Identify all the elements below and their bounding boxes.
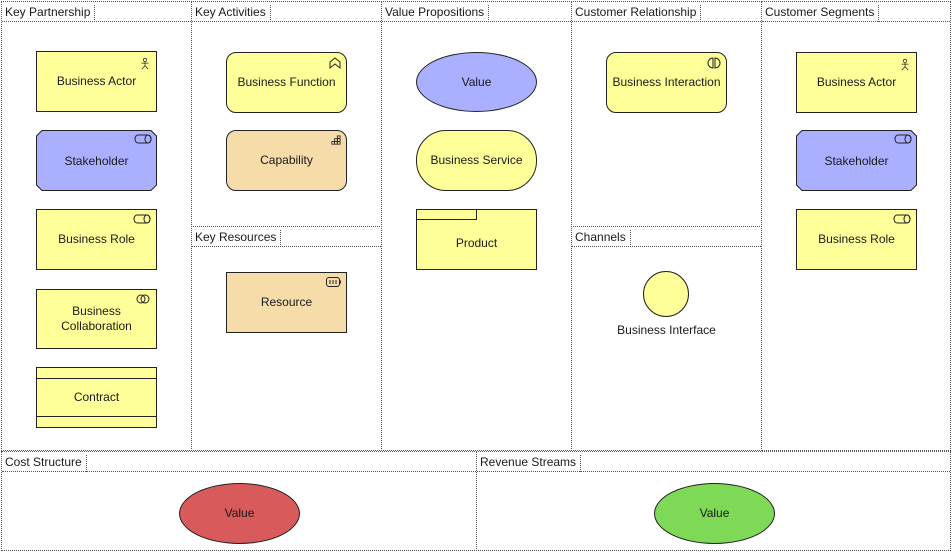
stakeholder-element[interactable]: Stakeholder (36, 130, 157, 191)
lane-title: Key Partnership (5, 5, 96, 22)
resource-icon (326, 277, 341, 287)
element-label-line-2: Collaboration (61, 319, 132, 333)
element-label: Business Actor (56, 74, 137, 88)
stakeholder-element[interactable]: Stakeholder (796, 130, 917, 191)
element-label: Value (699, 506, 730, 520)
element-label: Business Function (237, 75, 336, 89)
revenue-value-element[interactable]: Value (654, 483, 775, 544)
collaboration-icon (136, 294, 150, 304)
element-label-line-1: Business (72, 304, 121, 318)
business-interaction-element[interactable]: Business Interaction (606, 52, 727, 113)
lane-title: Value Propositions (385, 5, 490, 22)
business-role-element[interactable]: Business Role (36, 209, 157, 270)
contract-top-band (37, 378, 156, 379)
business-actor-element[interactable]: Business Actor (36, 51, 157, 112)
capability-icon (331, 135, 341, 145)
element-label: Business Role (58, 232, 135, 246)
contract-element[interactable]: Contract (36, 367, 157, 428)
business-service-element[interactable]: Business Service (416, 130, 537, 191)
element-label: Stakeholder (824, 153, 889, 168)
element-label: Business Interface (617, 323, 716, 337)
element-label: Product (455, 236, 498, 250)
function-icon (329, 57, 341, 70)
lane-title: Customer Segments (765, 5, 880, 22)
interface-circle (643, 271, 689, 317)
lane-title: Key Activities (195, 5, 271, 22)
actor-icon (141, 57, 149, 70)
lane-title: Revenue Streams (480, 455, 582, 472)
role-icon (133, 214, 151, 224)
contract-bottom-band (37, 416, 156, 417)
element-label: Value (224, 506, 255, 520)
element-label: Contract (73, 390, 120, 404)
role-icon (893, 214, 911, 224)
actor-icon (901, 58, 909, 71)
business-interface-element[interactable]: Business Interface (606, 270, 727, 340)
element-label: Business Role (818, 232, 895, 246)
lane-title: Customer Relationship (575, 5, 702, 22)
business-actor-element[interactable]: Business Actor (796, 52, 917, 113)
resource-element[interactable]: Resource (226, 272, 347, 333)
element-label: Business Service (430, 153, 523, 167)
value-element[interactable]: Value (416, 52, 537, 112)
element-label: Resource (260, 295, 313, 309)
cost-value-element[interactable]: Value (179, 483, 300, 544)
lane-key-resources[interactable]: Key Resources (191, 226, 382, 451)
business-function-element[interactable]: Business Function (226, 52, 347, 113)
business-collaboration-element[interactable]: Business Collaboration (36, 289, 157, 349)
lane-title: Key Resources (195, 230, 282, 247)
element-label: Value (461, 74, 492, 89)
element-label: Stakeholder (64, 153, 129, 168)
business-role-element[interactable]: Business Role (796, 209, 917, 270)
interaction-icon (707, 57, 721, 69)
element-label: Business Actor (816, 75, 897, 89)
element-label: Business Interaction (612, 75, 721, 89)
product-element[interactable]: Product (416, 209, 537, 270)
product-tab (416, 209, 477, 220)
lane-title: Channels (575, 230, 631, 247)
element-label: Capability (260, 153, 313, 167)
lane-title: Cost Structure (5, 455, 87, 472)
capability-element[interactable]: Capability (226, 130, 347, 191)
lane-key-activities[interactable]: Key Activities (191, 1, 382, 227)
lane-customer-relationship[interactable]: Customer Relationship (571, 1, 762, 227)
